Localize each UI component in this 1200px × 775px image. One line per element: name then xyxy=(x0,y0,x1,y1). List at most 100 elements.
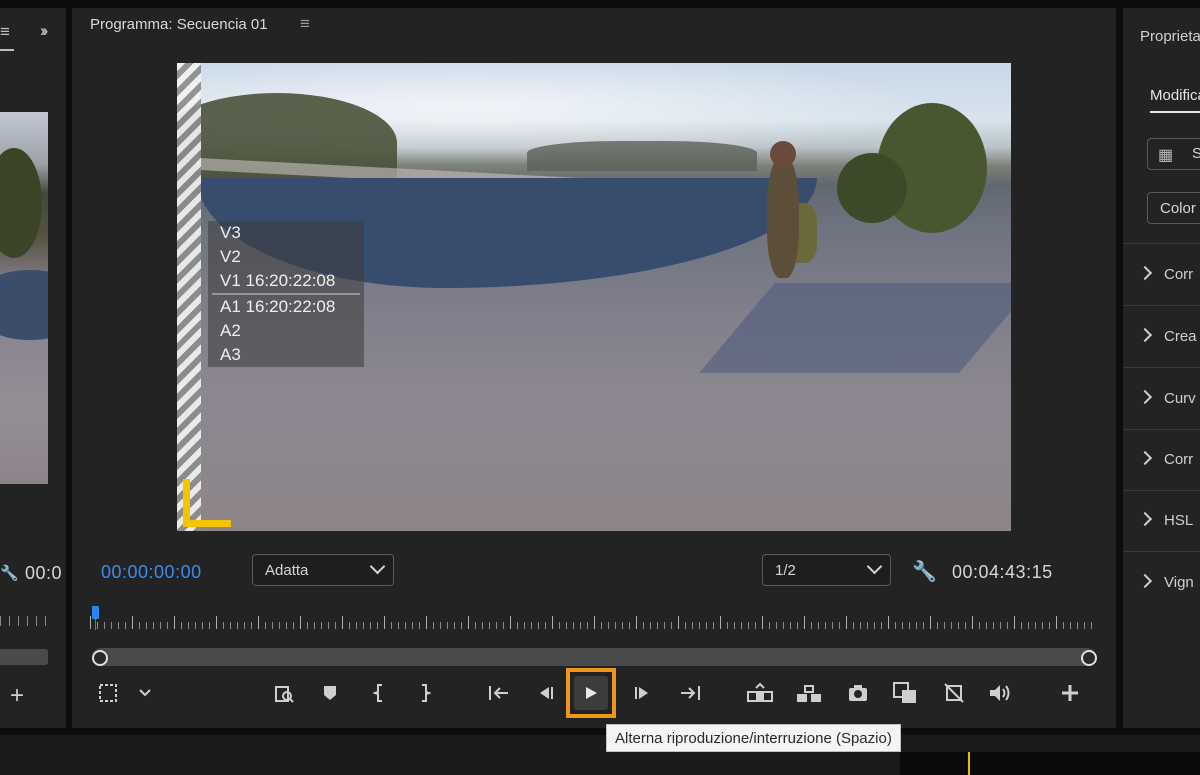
chevron-down-icon xyxy=(866,558,883,575)
divider xyxy=(1123,367,1200,368)
timeline-playhead xyxy=(968,752,970,775)
chevron-right-icon xyxy=(1137,327,1153,343)
section-vign[interactable]: Vign xyxy=(1137,573,1194,591)
video-tree-right-small xyxy=(837,153,907,223)
go-to-in-icon[interactable] xyxy=(484,678,514,708)
tab-underline xyxy=(1150,111,1200,113)
track-overlay: V3 V2 V1 16:20:22:08 A1 16:20:22:08 A2 A… xyxy=(208,221,364,367)
chevron-down-icon xyxy=(369,558,386,575)
step-back-icon[interactable] xyxy=(531,678,561,708)
extract-icon[interactable] xyxy=(794,678,824,708)
play-button[interactable] xyxy=(574,676,608,710)
scrollbar-right-handle[interactable] xyxy=(1081,650,1097,666)
playback-resolution-value: 1/2 xyxy=(775,562,796,579)
step-forward-icon[interactable] xyxy=(627,678,657,708)
divider xyxy=(1123,490,1200,491)
edit-edge-hatch xyxy=(177,63,201,531)
mark-in-icon[interactable] xyxy=(365,678,395,708)
export-frame-icon[interactable] xyxy=(843,678,873,708)
video-skater xyxy=(767,158,799,278)
video-shadow xyxy=(699,283,1011,373)
section-crea[interactable]: Crea xyxy=(1137,327,1197,345)
duration-timecode: 00:04:43:15 xyxy=(952,562,1053,582)
color-dropdown-label: Color xyxy=(1160,200,1196,217)
chevron-right-icon xyxy=(1137,389,1153,405)
section-label: HSL xyxy=(1164,512,1194,529)
section-label: Vign xyxy=(1164,574,1194,591)
comparison-view-icon[interactable] xyxy=(890,678,920,708)
video-trees-mid xyxy=(527,141,757,171)
track-v3: V3 xyxy=(220,223,241,242)
track-a2: A2 xyxy=(220,321,241,340)
source-video-tree xyxy=(0,148,42,258)
chevron-right-icon xyxy=(1137,573,1153,589)
section-label: Corr xyxy=(1164,266,1194,283)
track-a3: A3 xyxy=(220,345,241,364)
chevron-right-icon xyxy=(1137,265,1153,281)
zoom-fit-value: Adatta xyxy=(265,562,309,579)
current-timecode[interactable]: 00:00:00:00 xyxy=(101,562,202,583)
play-icon xyxy=(586,687,597,699)
add-button-icon[interactable]: + xyxy=(10,682,24,710)
playback-resolution-dropdown[interactable]: 1/2 xyxy=(762,554,891,586)
track-v1: V1 16:20:22:08 xyxy=(220,271,336,290)
wrench-icon[interactable]: 🔧 xyxy=(912,559,937,584)
source-video-frame xyxy=(0,112,48,484)
source-video-bowl xyxy=(0,270,48,340)
panel-menu-icon[interactable]: ≡ xyxy=(300,14,310,34)
section-label: Crea xyxy=(1164,328,1197,345)
section-curv[interactable]: Curv xyxy=(1137,389,1196,407)
section-corr[interactable]: Corr xyxy=(1137,265,1194,283)
source-ruler[interactable] xyxy=(0,616,48,626)
proxy-toggle-icon[interactable] xyxy=(939,678,969,708)
add-button-icon[interactable] xyxy=(1055,678,1085,708)
play-button-highlight[interactable] xyxy=(566,668,616,718)
source-timecode: 00:0 xyxy=(25,563,63,583)
track-v2: V2 xyxy=(220,247,241,266)
panel-title[interactable]: Programma: Secuencia 01 xyxy=(90,16,268,33)
properties-title[interactable]: Proprieta xyxy=(1140,28,1200,45)
play-tooltip: Alterna riproduzione/interruzione (Spazi… xyxy=(606,724,901,752)
time-ruler[interactable] xyxy=(90,616,1097,630)
chevron-right-icon xyxy=(1137,450,1153,466)
lift-icon[interactable] xyxy=(745,678,775,708)
section-hsl[interactable]: HSL xyxy=(1137,511,1194,529)
double-chevron-icon[interactable]: ›› xyxy=(40,21,49,41)
color-dropdown[interactable]: Color xyxy=(1147,192,1200,224)
tab-underline xyxy=(0,49,14,51)
source-monitor-panel: ≡ ›› 🔧 00:0 + xyxy=(0,8,66,728)
section-corr-2[interactable]: Corr xyxy=(1137,450,1194,468)
mark-out-icon[interactable] xyxy=(409,678,439,708)
chevron-right-icon xyxy=(1137,511,1153,527)
program-monitor-panel: Programma: Secuencia 01 ≡ V3 V2 V1 16:20… xyxy=(72,8,1116,728)
video-skater-head xyxy=(770,141,796,167)
edit-corner-indicator-h xyxy=(183,520,231,527)
add-marker-icon[interactable] xyxy=(315,678,345,708)
properties-panel: Proprieta Modifica ▦ S Color Corr Crea C… xyxy=(1123,8,1200,728)
zoom-fit-dropdown[interactable]: Adatta xyxy=(252,554,394,586)
section-label: Curv xyxy=(1164,390,1196,407)
playhead-line xyxy=(95,618,96,630)
program-video-frame[interactable]: V3 V2 V1 16:20:22:08 A1 16:20:22:08 A2 A… xyxy=(177,63,1011,531)
settings-chevron-icon[interactable] xyxy=(130,678,160,708)
ruler-major-ticks xyxy=(90,616,1097,629)
go-to-out-icon[interactable] xyxy=(675,678,705,708)
hamburger-menu-icon[interactable]: ≡ xyxy=(0,22,10,42)
divider xyxy=(1123,243,1200,244)
timeline-area xyxy=(900,752,1200,775)
track-a1: A1 16:20:22:08 xyxy=(220,297,336,316)
safe-margins-icon[interactable] xyxy=(93,678,123,708)
grid-icon: ▦ xyxy=(1158,147,1174,164)
properties-button-label: S xyxy=(1192,145,1200,162)
properties-button[interactable]: ▦ S xyxy=(1147,138,1200,170)
scrollbar-left-handle[interactable] xyxy=(92,650,108,666)
export-frame-preview-icon[interactable] xyxy=(269,678,299,708)
divider xyxy=(1123,429,1200,430)
wrench-icon[interactable]: 🔧 xyxy=(0,564,19,582)
source-scrollbar[interactable] xyxy=(0,649,48,665)
zoom-scrollbar[interactable] xyxy=(92,648,1096,666)
section-label: Corr xyxy=(1164,451,1194,468)
divider xyxy=(1123,551,1200,552)
tab-modifica[interactable]: Modifica xyxy=(1150,87,1200,104)
audio-icon[interactable] xyxy=(985,678,1015,708)
